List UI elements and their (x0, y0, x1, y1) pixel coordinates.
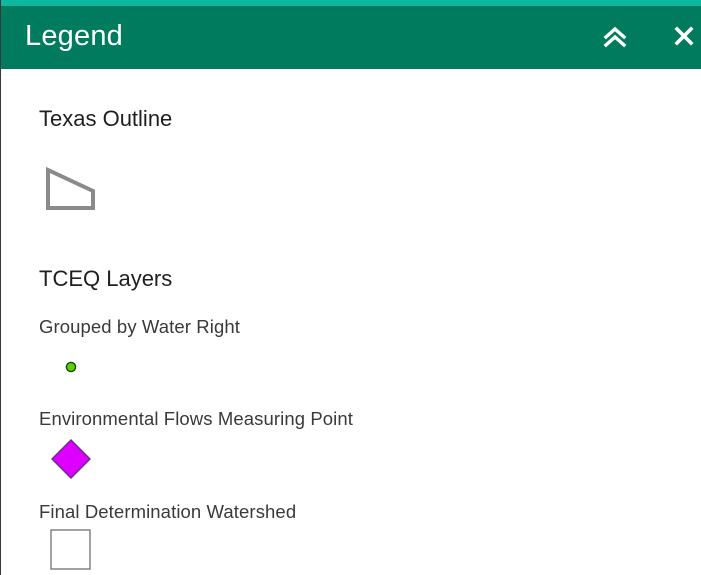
collapse-button[interactable] (599, 18, 631, 54)
close-icon (674, 26, 694, 46)
legend-item-label: Grouped by Water Right (39, 316, 240, 337)
layer-title: Texas Outline (39, 106, 173, 131)
legend-content: Texas Outline TCEQ Layers Grouped by Wat… (1, 69, 701, 575)
legend-panel: Legend Texas Outline TCEQ Layers Grouped… (0, 0, 701, 575)
magenta-diamond-icon (51, 439, 91, 479)
green-point-icon (65, 361, 77, 373)
legend-item-label: Final Determination Watershed (39, 501, 297, 522)
layer-title: TCEQ Layers (39, 266, 173, 291)
panel-header: Legend (1, 0, 701, 69)
empty-square-icon (50, 529, 91, 570)
double-chevron-up-icon (603, 26, 627, 48)
polygon-outline-icon (46, 167, 95, 210)
panel-title: Legend (25, 20, 123, 52)
close-button[interactable] (668, 18, 700, 54)
legend-item-label: Environmental Flows Measuring Point (39, 408, 354, 429)
